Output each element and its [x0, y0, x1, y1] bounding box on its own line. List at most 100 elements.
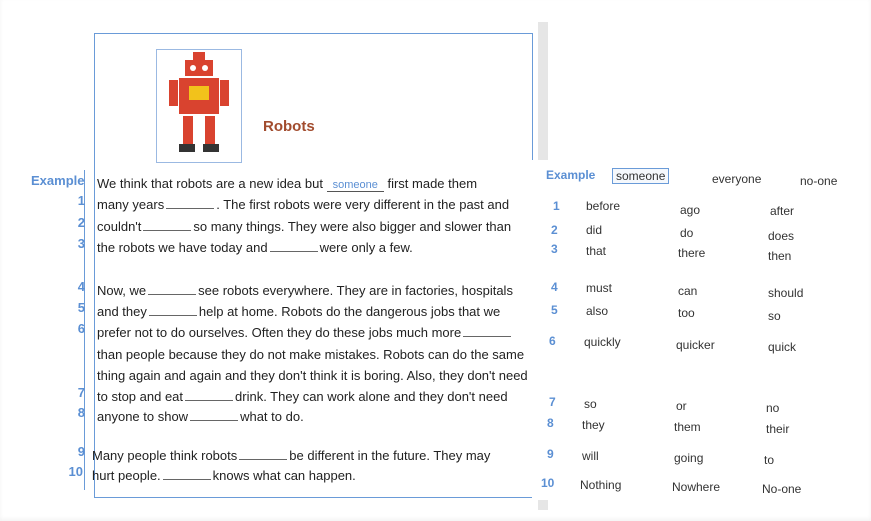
- question-number: 5: [77, 300, 85, 315]
- gap-2[interactable]: [143, 220, 192, 231]
- text-line-6b: than people because they do not make mis…: [97, 347, 525, 362]
- text-segment: see robots everywhere. They are in facto…: [198, 283, 513, 298]
- question-number: 3: [77, 236, 85, 251]
- option-7-c[interactable]: no: [766, 401, 779, 415]
- option-6-b[interactable]: quicker: [676, 338, 715, 352]
- example-label: Example: [31, 173, 85, 188]
- option-9-b[interactable]: going: [674, 451, 703, 465]
- option-6-a[interactable]: quickly: [584, 335, 621, 349]
- text-segment: and they: [97, 304, 147, 319]
- text-segment: be different in the future. They may: [289, 448, 491, 463]
- option-3-b[interactable]: there: [678, 246, 705, 260]
- text-line-10: hurt people. knows what can happen.: [92, 468, 356, 483]
- text-segment: the robots we have today and: [97, 240, 268, 255]
- option-10-a[interactable]: Nothing: [580, 478, 621, 492]
- page-title: Robots: [263, 118, 315, 135]
- option-3-c[interactable]: then: [768, 249, 791, 263]
- option-2-c[interactable]: does: [768, 229, 794, 243]
- question-number: 2: [77, 215, 85, 230]
- text-segment: hurt people.: [92, 468, 161, 483]
- option-number: 4: [551, 280, 558, 294]
- text-line-7: to stop and eat drink. They can work alon…: [97, 389, 508, 404]
- text-segment: drink. They can work alone and they don'…: [235, 389, 508, 404]
- option-number: 2: [551, 223, 558, 237]
- option-1-b[interactable]: ago: [680, 203, 700, 217]
- option-10-c[interactable]: No-one: [762, 482, 801, 496]
- text-line-2: couldn't so many things. They were also b…: [97, 219, 511, 234]
- text-line-4: Now, we see robots everywhere. They are i…: [97, 283, 513, 298]
- gap-8[interactable]: [190, 410, 239, 421]
- option-number: 8: [547, 416, 554, 430]
- option-number: 1: [553, 199, 560, 213]
- gap-5[interactable]: [148, 305, 197, 316]
- option-5-a[interactable]: also: [586, 304, 608, 318]
- text-segment: We think that robots are a new idea but: [97, 176, 323, 191]
- text-segment: prefer not to do ourselves. Often they d…: [97, 325, 462, 340]
- option-7-b[interactable]: or: [676, 399, 687, 413]
- option-example-b[interactable]: everyone: [712, 172, 761, 186]
- option-3-a[interactable]: that: [586, 244, 606, 258]
- question-number: 8: [77, 405, 85, 420]
- option-number: 10: [541, 476, 555, 490]
- question-number: 7: [77, 385, 85, 400]
- text-segment: so many things. They were also bigger an…: [193, 219, 512, 234]
- option-10-b[interactable]: Nowhere: [672, 480, 720, 494]
- text-segment: Now, we: [97, 283, 147, 298]
- text-segment: . The first robots were very different i…: [216, 197, 510, 212]
- text-segment: first made them: [387, 176, 478, 191]
- question-number: 1: [77, 193, 85, 208]
- option-2-b[interactable]: do: [680, 226, 693, 240]
- option-number: 7: [549, 395, 556, 409]
- option-5-b[interactable]: too: [678, 306, 695, 320]
- option-2-a[interactable]: did: [586, 223, 602, 237]
- option-9-a[interactable]: will: [582, 449, 599, 463]
- question-number: 6: [77, 321, 85, 336]
- option-5-c[interactable]: so: [768, 309, 781, 323]
- option-9-c[interactable]: to: [764, 453, 774, 467]
- gap-1[interactable]: [166, 198, 215, 209]
- text-line-5: and they help at home. Robots do the dang…: [97, 304, 500, 319]
- option-example-a[interactable]: someone: [612, 168, 670, 184]
- option-7-a[interactable]: so: [584, 397, 597, 411]
- option-1-a[interactable]: before: [586, 199, 620, 213]
- option-number: 9: [547, 447, 554, 461]
- question-number: 4: [77, 279, 85, 294]
- options-example-label: Example: [546, 168, 596, 182]
- text-segment: help at home. Robots do the dangerous jo…: [198, 304, 501, 319]
- text-segment: knows what can happen.: [212, 468, 356, 483]
- text-line-3: the robots we have today and were only a …: [97, 240, 413, 255]
- text-line-6: prefer not to do ourselves. Often they d…: [97, 325, 513, 340]
- text-line-6c: thing again and again and they don't thi…: [97, 368, 528, 383]
- option-number: 6: [549, 334, 556, 348]
- option-number: 5: [551, 303, 558, 317]
- option-4-c[interactable]: should: [768, 286, 803, 300]
- question-number: 9: [77, 444, 85, 459]
- text-segment: Many people think robots: [92, 448, 238, 463]
- robot-illustration: [156, 49, 242, 163]
- gap-4[interactable]: [148, 284, 197, 295]
- text-segment: what to do.: [240, 409, 304, 424]
- text-line-1: many years . The first robots were very d…: [97, 197, 509, 212]
- option-4-a[interactable]: must: [586, 281, 612, 295]
- question-number: 10: [68, 464, 83, 479]
- text-segment: were only a few.: [319, 240, 413, 255]
- text-segment: couldn't: [97, 219, 142, 234]
- option-6-c[interactable]: quick: [768, 340, 796, 354]
- option-1-c[interactable]: after: [770, 204, 794, 218]
- gap-3[interactable]: [269, 241, 318, 252]
- text-line-example: We think that robots are a new idea but …: [97, 176, 477, 192]
- option-8-b[interactable]: them: [674, 420, 701, 434]
- option-example-c[interactable]: no-one: [800, 174, 837, 188]
- option-4-b[interactable]: can: [678, 284, 697, 298]
- text-segment: many years: [97, 197, 165, 212]
- option-number: 3: [551, 242, 558, 256]
- text-line-9: Many people think robots be different in …: [92, 448, 490, 463]
- option-8-c[interactable]: their: [766, 422, 789, 436]
- example-answer: someone: [326, 179, 384, 192]
- gap-9[interactable]: [239, 449, 288, 460]
- option-8-a[interactable]: they: [582, 418, 605, 432]
- text-segment: anyone to show: [97, 409, 189, 424]
- gap-10[interactable]: [162, 469, 211, 480]
- gap-6[interactable]: [463, 326, 512, 337]
- gap-7[interactable]: [185, 390, 234, 401]
